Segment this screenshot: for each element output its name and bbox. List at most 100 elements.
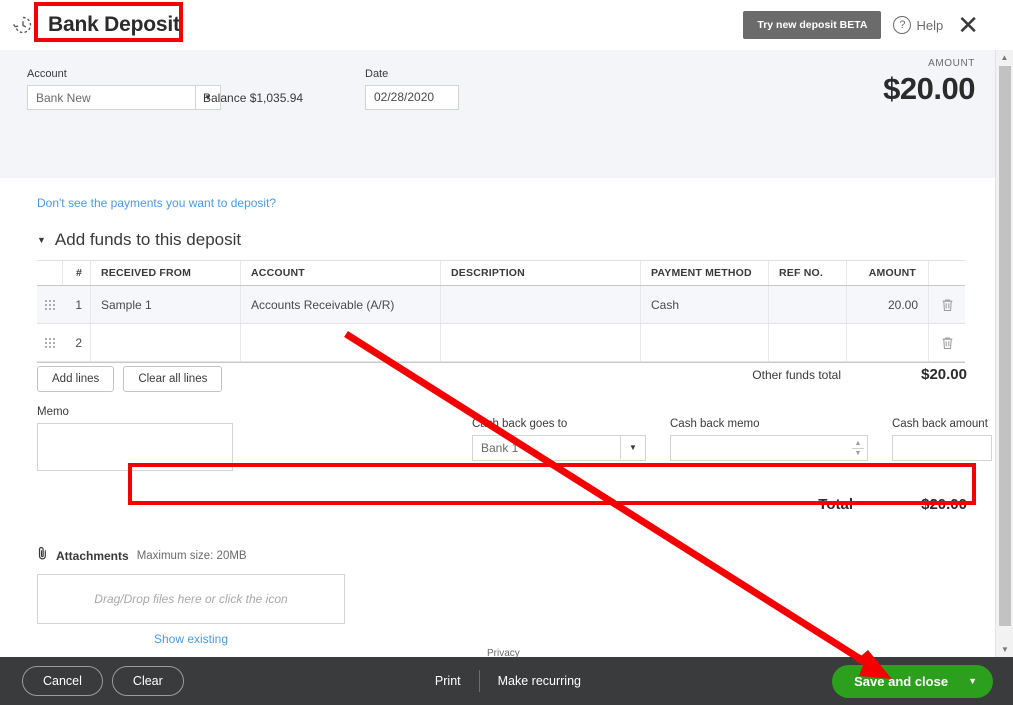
close-icon[interactable]: ✕ [957,12,979,38]
date-field-group: Date 02/28/2020 [365,68,459,110]
question-mark-icon: ? [893,16,911,34]
memo-input[interactable] [37,423,233,471]
row-delete-button[interactable] [929,324,965,361]
row-payment-method[interactable] [641,324,769,361]
account-balance: Balance $1,035.94 [203,91,303,105]
cash-back-section: Cash back goes to Bank 1 ▼ Cash back mem… [472,418,1013,461]
add-funds-section-header[interactable]: ▼ Add funds to this deposit [37,230,241,250]
stepper-up-icon[interactable]: ▲ [855,439,862,448]
help-button[interactable]: ? Help [893,16,943,34]
row-drag-handle[interactable] [37,324,63,361]
cash-back-goes-to-select[interactable]: Bank 1 ▼ [472,435,646,461]
grip-dots-icon [45,300,55,310]
row-delete-button[interactable] [929,286,965,323]
cancel-button[interactable]: Cancel [22,666,103,696]
row-description[interactable] [441,286,641,323]
scroll-up-arrow-icon[interactable]: ▲ [996,50,1013,65]
footer-right-actions: Save and close ▼ [832,665,993,698]
scroll-down-arrow-icon[interactable]: ▼ [996,642,1013,657]
col-header-grip [37,261,63,285]
account-label: Account [27,68,221,80]
memo-label: Memo [37,406,233,418]
table-row[interactable]: 1 Sample 1 Accounts Receivable (A/R) Cas… [37,286,965,324]
attachments-header: Attachments Maximum size: 20MB [37,546,345,565]
cash-back-goes-to-group: Cash back goes to Bank 1 ▼ [472,418,646,461]
amount-label: AMOUNT [883,58,975,69]
help-label: Help [916,18,943,33]
footer-left-actions: Cancel Clear [22,666,184,696]
cash-back-memo-group: Cash back memo ▲ ▼ [670,418,868,461]
row-account[interactable] [241,324,441,361]
row-number: 2 [63,324,91,361]
deposit-header-band: Account Bank New ▼ Balance $1,035.94 Dat… [0,50,995,178]
account-value: Bank New [28,91,91,105]
scrollbar-thumb[interactable] [999,66,1011,626]
drop-zone-text: Drag/Drop files here or click the icon [94,592,287,606]
other-funds-total: Other funds total $20.00 [752,366,967,383]
cash-back-memo-label: Cash back memo [670,418,868,430]
row-ref-no[interactable] [769,286,847,323]
make-recurring-button[interactable]: Make recurring [480,674,599,688]
account-select[interactable]: Bank New ▼ [27,85,221,110]
cash-back-goes-to-label: Cash back goes to [472,418,646,430]
row-amount[interactable]: 20.00 [847,286,929,323]
cash-back-goes-to-value: Bank 1 [473,441,518,455]
add-lines-button[interactable]: Add lines [37,366,114,392]
other-funds-value: $20.00 [901,366,967,383]
footer-middle-actions: Print Make recurring [417,670,599,692]
table-row[interactable]: 2 [37,324,965,362]
total-value: $20.00 [901,496,967,513]
account-field-group: Account Bank New ▼ [27,68,221,110]
col-header-received-from: RECEIVED FROM [91,261,241,285]
cash-back-amount-input[interactable] [892,435,992,461]
row-drag-handle[interactable] [37,286,63,323]
date-input[interactable]: 02/28/2020 [365,85,459,110]
row-account[interactable]: Accounts Receivable (A/R) [241,286,441,323]
grip-dots-icon [45,338,55,348]
clear-button[interactable]: Clear [112,666,184,696]
history-clock-icon[interactable] [10,12,36,38]
grid-header-row: # RECEIVED FROM ACCOUNT DESCRIPTION PAYM… [37,260,965,286]
caret-down-icon[interactable]: ▼ [37,235,46,245]
col-header-payment-method: PAYMENT METHOD [641,261,769,285]
save-dropdown-caret-icon[interactable]: ▼ [968,676,977,686]
clear-all-lines-button[interactable]: Clear all lines [123,366,222,392]
save-and-close-label: Save and close [854,674,948,689]
cash-back-amount-group: Cash back amount [892,418,992,461]
add-funds-title: Add funds to this deposit [55,230,241,250]
paperclip-icon[interactable] [37,546,48,565]
row-received-from[interactable] [91,324,241,361]
dont-see-payments-link[interactable]: Don't see the payments you want to depos… [37,196,276,210]
total-label: Total [818,496,853,513]
chevron-down-icon[interactable]: ▼ [620,436,645,459]
attachments-section: Attachments Maximum size: 20MB Drag/Drop… [37,546,345,648]
show-existing-wrap: Show existing [37,630,345,648]
deposit-body: Don't see the payments you want to depos… [0,178,995,656]
show-existing-link[interactable]: Show existing [154,632,228,646]
col-header-ref-no: REF NO. [769,261,847,285]
col-header-num: # [63,261,91,285]
col-header-actions [929,261,965,285]
try-new-deposit-label: Try new deposit [757,19,839,31]
attachments-label: Attachments [56,549,129,563]
amount-value: $20.00 [883,71,975,107]
cash-back-memo-input[interactable]: ▲ ▼ [670,435,868,461]
row-description[interactable] [441,324,641,361]
attachment-drop-zone[interactable]: Drag/Drop files here or click the icon [37,574,345,624]
date-label: Date [365,68,459,80]
stepper-down-icon[interactable]: ▼ [855,449,862,458]
row-payment-method[interactable]: Cash [641,286,769,323]
print-button[interactable]: Print [417,674,479,688]
line-action-buttons: Add lines Clear all lines [37,366,222,392]
row-received-from[interactable]: Sample 1 [91,286,241,323]
save-and-close-button[interactable]: Save and close ▼ [832,665,993,698]
vertical-scrollbar[interactable]: ▲ ▼ [995,50,1013,657]
row-ref-no[interactable] [769,324,847,361]
row-amount[interactable] [847,324,929,361]
page-title-wrap: Bank Deposit [42,11,186,39]
try-new-deposit-button[interactable]: Try new deposit BETA [743,11,881,39]
footer-bar: Cancel Clear Print Make recurring Save a… [0,657,1013,705]
stepper-icon[interactable]: ▲ ▼ [851,437,865,459]
bank-deposit-window: Bank Deposit Try new deposit BETA ? Help… [0,0,1013,705]
funds-grid: # RECEIVED FROM ACCOUNT DESCRIPTION PAYM… [37,260,965,363]
